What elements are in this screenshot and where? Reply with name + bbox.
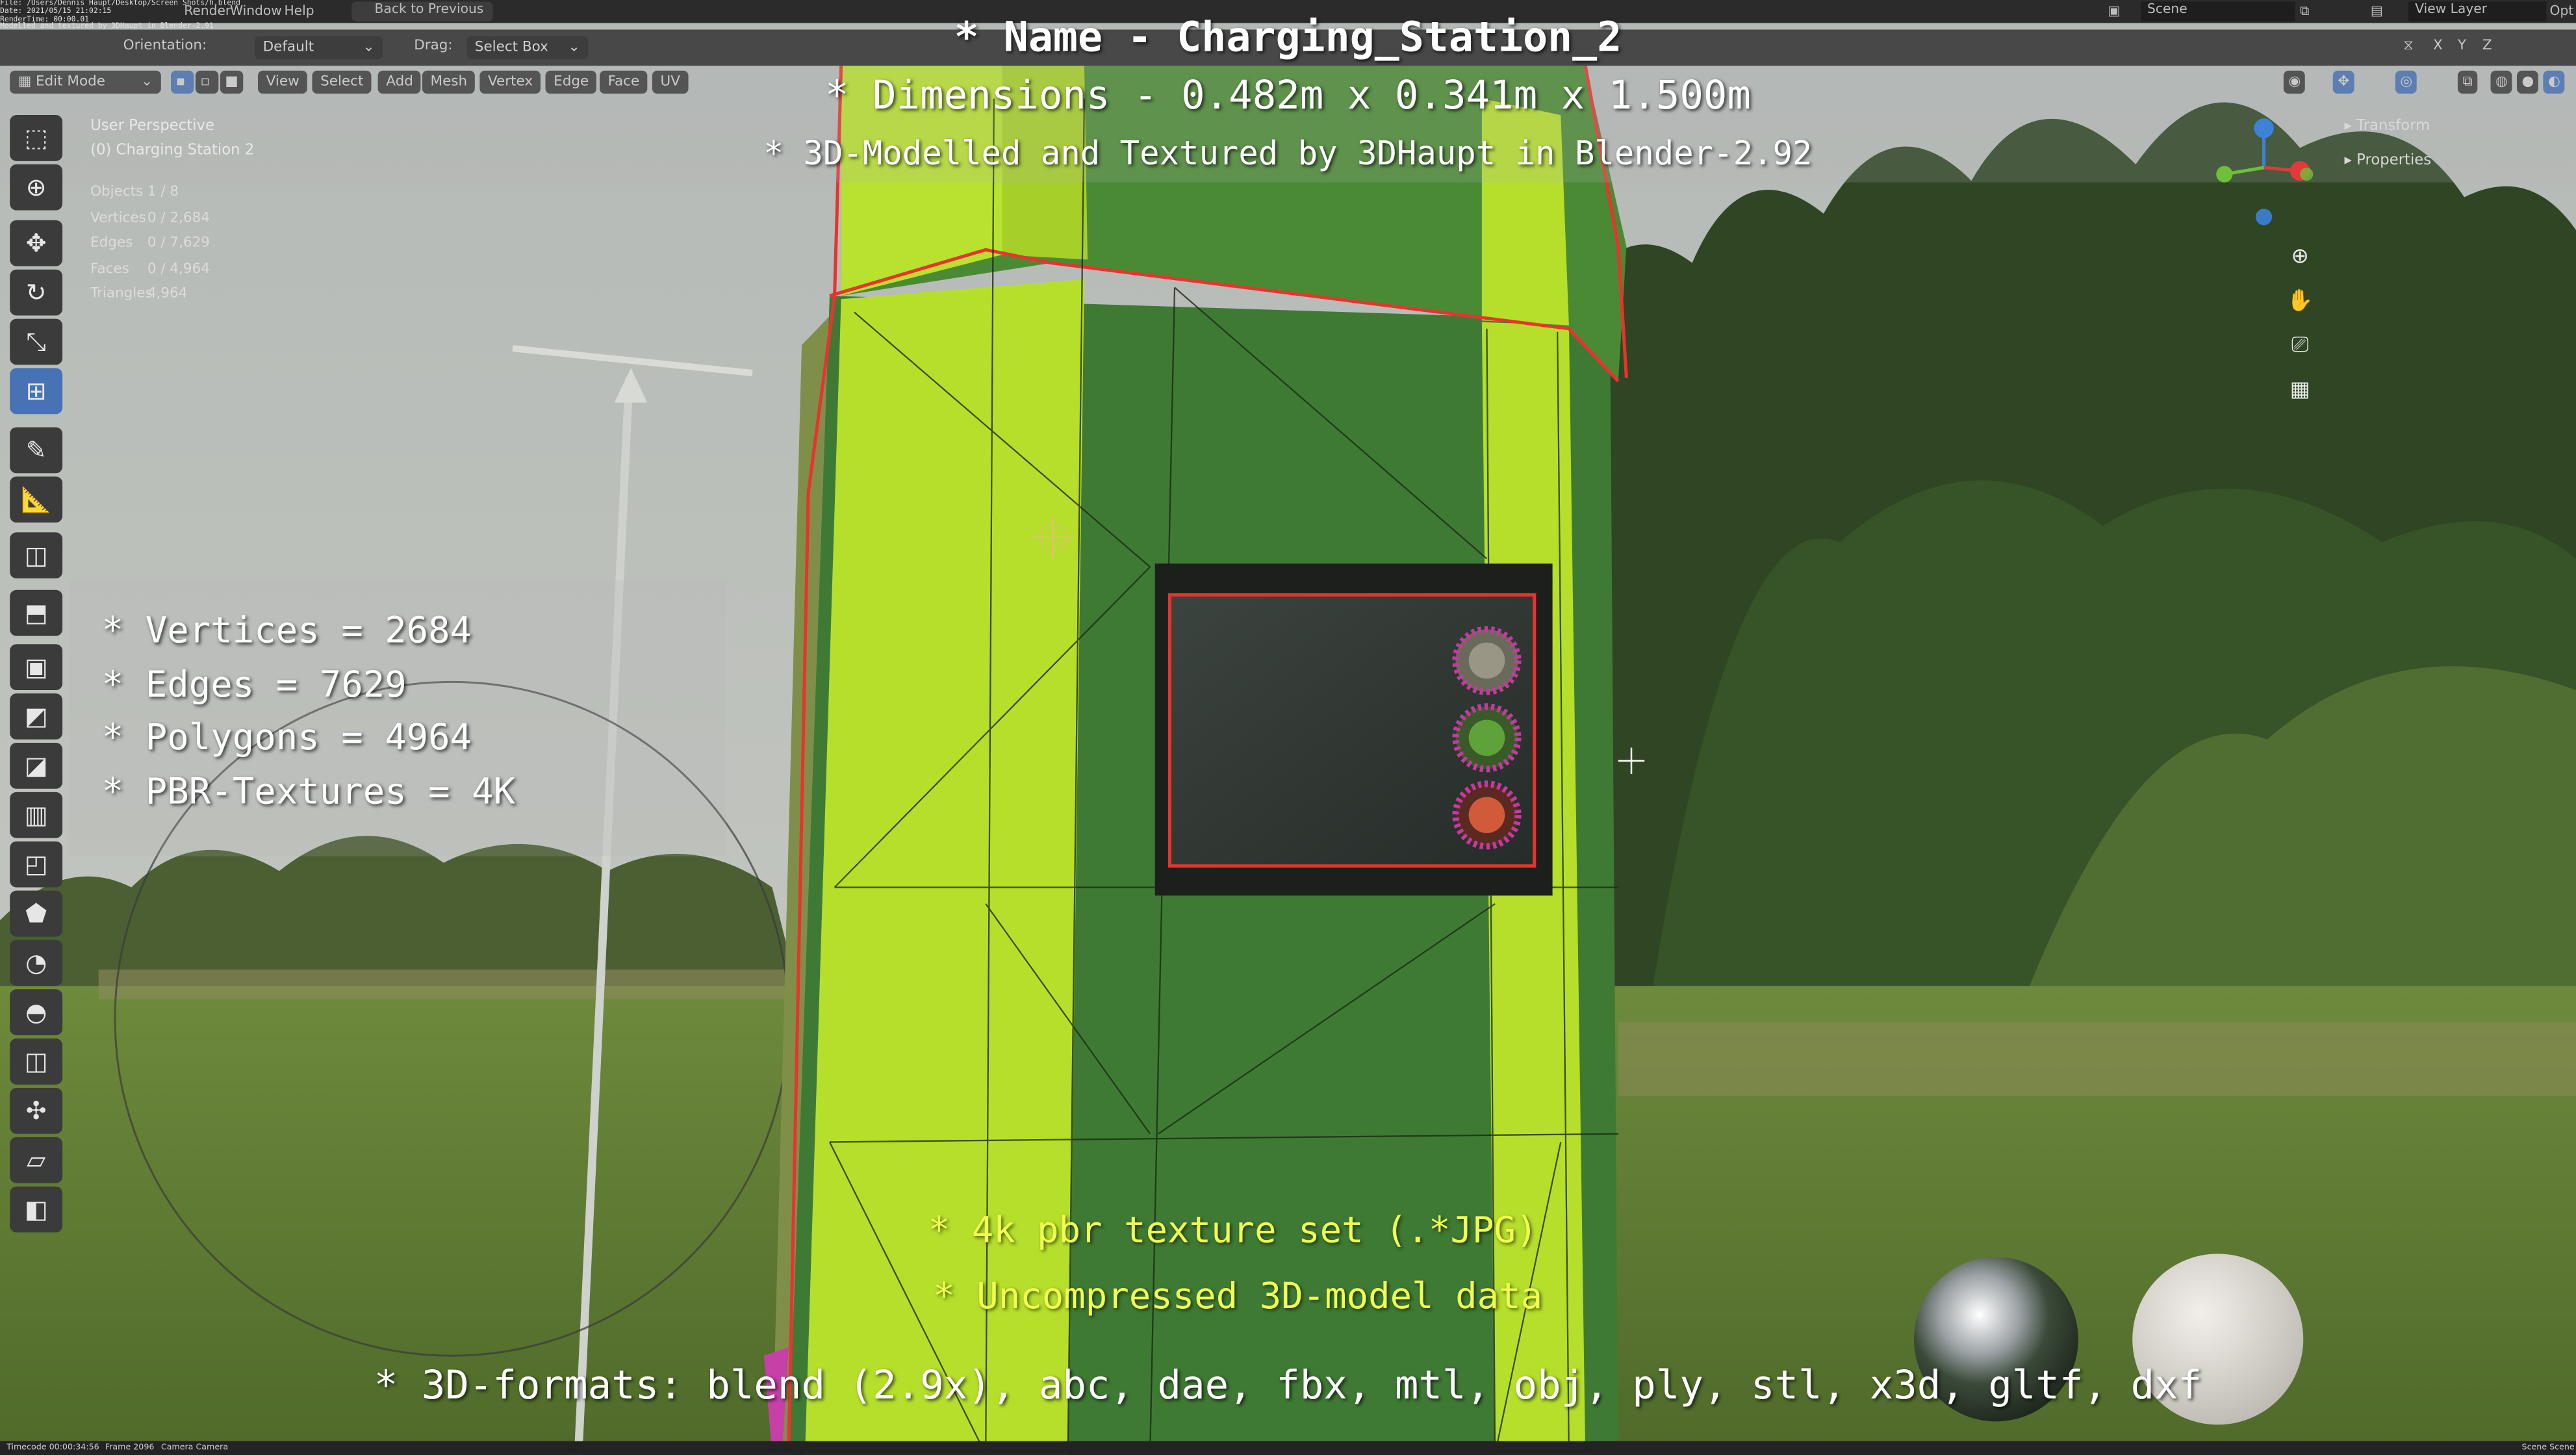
stat-vertices: Vertices 0 / 2,684 <box>90 209 210 226</box>
stat-objects: Objects 1 / 8 <box>90 184 179 201</box>
panel-transform[interactable]: ▸ Transform <box>2344 110 2431 144</box>
sidebar-panel: ▸ Transform ▸ Properties <box>2344 110 2431 179</box>
credit-line: * 3D-Modelled and Textured by 3DHaupt in… <box>763 133 1813 173</box>
y-axis-handle <box>2216 166 2233 183</box>
dimensions-prefix: * Dimensions - <box>825 72 1182 119</box>
name-prefix: * Name - <box>954 13 1177 61</box>
spec-textures: * PBR-Textures = 4K <box>101 771 516 813</box>
select-box-tool-icon[interactable]: ⬚ <box>10 115 63 161</box>
navigation-gizmo[interactable] <box>2198 109 2329 240</box>
texture-set-line: * 4k pbr texture set (.*JPG) <box>928 1211 1538 1252</box>
spec-polygons: * Polygons = 4964 <box>101 718 472 760</box>
object-label: (0) Charging Station 2 <box>90 142 255 160</box>
scale-tool-icon[interactable]: ⤡ <box>10 318 63 365</box>
status-bar: Timecode 00:00:34:56 Frame 2096 Camera C… <box>0 1441 2576 1454</box>
panel-properties-label: Properties <box>2356 153 2432 170</box>
formats-line: * 3D-formats: blend (2.9x), abc, dae, fb… <box>374 1362 2202 1409</box>
rip-tool-icon[interactable]: ◧ <box>10 1186 63 1233</box>
stat-edges: Edges 0 / 7,629 <box>90 235 210 251</box>
z-axis-handle <box>2254 118 2274 138</box>
annotate-tool-icon[interactable]: ✎ <box>10 427 63 474</box>
shrink-tool-icon[interactable]: ✣ <box>10 1087 63 1134</box>
knife-tool-icon[interactable]: ◰ <box>10 841 63 888</box>
model-data-line: * Uncompressed 3D-model data <box>933 1276 1543 1319</box>
asset-name: Charging_Station_2 <box>1177 13 1622 61</box>
scene-name-status: Scene Scene <box>2521 1443 2575 1453</box>
inset-tool-icon[interactable]: ▣ <box>10 644 63 691</box>
move-tool-icon[interactable]: ✥ <box>10 220 63 266</box>
cursor-tool-icon[interactable]: ⊕ <box>10 164 63 211</box>
spec-edges: * Edges = 7629 <box>101 664 407 706</box>
navigation-buttons: ⊕ ✋ ⎚ ▦ <box>2285 235 2315 413</box>
measure-tool-icon[interactable]: 📐 <box>10 476 63 523</box>
blender-window: File: /Users/Dennis Haupt/Desktop/Screen… <box>0 0 2576 1454</box>
dimensions-value: 0.482m x 0.341m x 1.500m <box>1181 72 1752 119</box>
zoom-icon[interactable]: ⊕ <box>2285 235 2315 279</box>
spec-vertices: * Vertices = 2684 <box>101 611 472 652</box>
spin-tool-icon[interactable]: ◔ <box>10 940 63 986</box>
pan-hand-icon[interactable]: ✋ <box>2285 279 2315 324</box>
panel-transform-label: Transform <box>2356 118 2430 135</box>
timecode: Timecode 00:00:34:56 <box>6 1443 99 1453</box>
viewport-info: User Perspective (0) Charging Station 2 <box>90 115 254 164</box>
mesh-statistics: Objects 1 / 8 Vertices 0 / 2,684 Edges 0… <box>90 181 210 308</box>
add-cube-tool-icon[interactable]: ◫ <box>10 532 63 579</box>
bevel-tool-icon[interactable]: ◩ <box>10 693 63 740</box>
panel-properties[interactable]: ▸ Properties <box>2344 145 2431 179</box>
transform-tool-icon[interactable]: ⊞ <box>10 368 63 415</box>
spec-list: * Vertices = 2684 * Edges = 7629 * Polyg… <box>102 606 515 820</box>
ortho-grid-icon[interactable]: ▦ <box>2285 368 2315 412</box>
name-line: * Name - Charging_Station_2 <box>0 13 2576 60</box>
loop-cut-tool-icon[interactable]: ▥ <box>10 792 63 838</box>
camera-name: Camera Camera <box>160 1443 229 1453</box>
frame-number: Frame 2096 <box>105 1443 155 1453</box>
stat-triangles: Triangles 4,964 <box>90 285 188 303</box>
left-toolbar: ⬚ ⊕ ✥ ↻ ⤡ ⊞ ✎ 📐 ◫ ⬒ ▣ ◩ ◪ ▥ ◰ ⬟ ◔ ◓ ◫ ✣ … <box>10 109 66 1243</box>
rotate-tool-icon[interactable]: ↻ <box>10 269 63 316</box>
shear-tool-icon[interactable]: ▱ <box>10 1137 63 1183</box>
smooth-tool-icon[interactable]: ◓ <box>10 989 63 1036</box>
bevel-edge-tool-icon[interactable]: ◪ <box>10 742 63 789</box>
perspective-label: User Perspective <box>90 118 214 135</box>
extrude-tool-icon[interactable]: ⬒ <box>10 589 63 636</box>
stat-faces: Faces 0 / 4,964 <box>90 260 210 277</box>
camera-view-icon[interactable]: ⎚ <box>2285 324 2315 368</box>
edge-slide-tool-icon[interactable]: ◫ <box>10 1038 63 1085</box>
poly-build-tool-icon[interactable]: ⬟ <box>10 890 63 937</box>
dimensions-line: * Dimensions - 0.482m x 0.341m x 1.500m <box>0 72 2576 118</box>
